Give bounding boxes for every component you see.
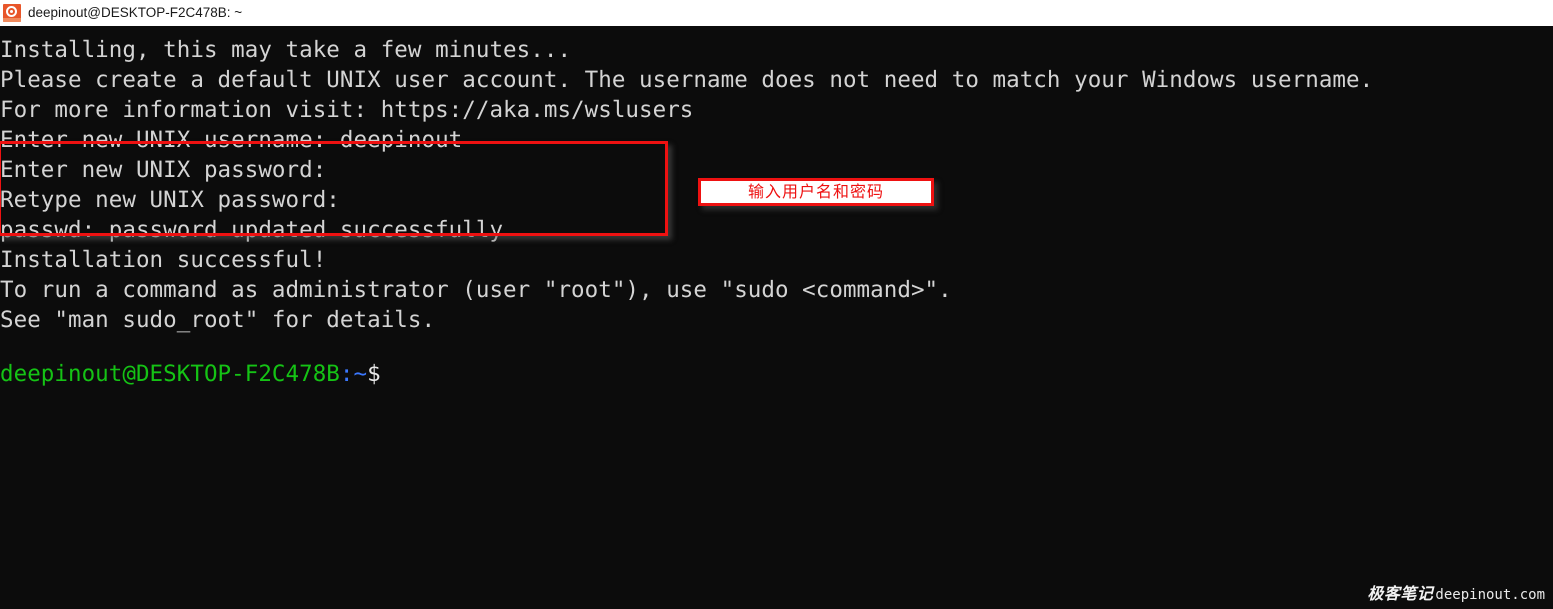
callout-enter-credentials: 输入用户名和密码 [698,178,934,206]
terminal-line: Please create a default UNIX user accoun… [0,67,1374,93]
watermark: 极客笔记 deepinout.com [1367,580,1545,604]
terminal-line: For more information visit: https://aka.… [0,97,694,123]
terminal-output[interactable]: Installing, this may take a few minutes.… [0,26,1553,609]
terminal-line: See "man sudo_root" for details. [0,307,436,333]
prompt-symbol: $ [367,361,381,387]
prompt-colon: : [339,361,354,387]
prompt-user-host: deepinout@DESKTOP-F2C478B [0,361,340,387]
watermark-brand-cn: 极客笔记 [1367,584,1434,603]
window-title: deepinout@DESKTOP-F2C478B: ~ [28,5,243,20]
terminal-window: deepinout@DESKTOP-F2C478B: ~ Installing,… [0,0,1553,609]
terminal-line-username-prompt: Enter new UNIX username: deepinout [0,127,463,153]
terminal-line-password-prompt: Enter new UNIX password: [0,157,327,183]
terminal-line: To run a command as administrator (user … [0,277,952,303]
ubuntu-icon-base [3,18,21,22]
ubuntu-icon[interactable] [3,4,21,22]
terminal-line: Installation successful! [0,247,327,273]
callout-label: 输入用户名和密码 [747,182,884,201]
terminal-line-retype-password-prompt: Retype new UNIX password: [0,187,340,213]
ubuntu-icon-dot [10,10,13,13]
shell-prompt[interactable]: deepinout@DESKTOP-F2C478B:~$ [0,359,381,389]
terminal-line: Installing, this may take a few minutes.… [0,37,572,63]
prompt-path: ~ [353,361,368,387]
watermark-brand-en: deepinout.com [1435,587,1545,603]
title-bar[interactable]: deepinout@DESKTOP-F2C478B: ~ [0,0,1553,26]
terminal-line: passwd: password updated successfully [0,217,504,243]
